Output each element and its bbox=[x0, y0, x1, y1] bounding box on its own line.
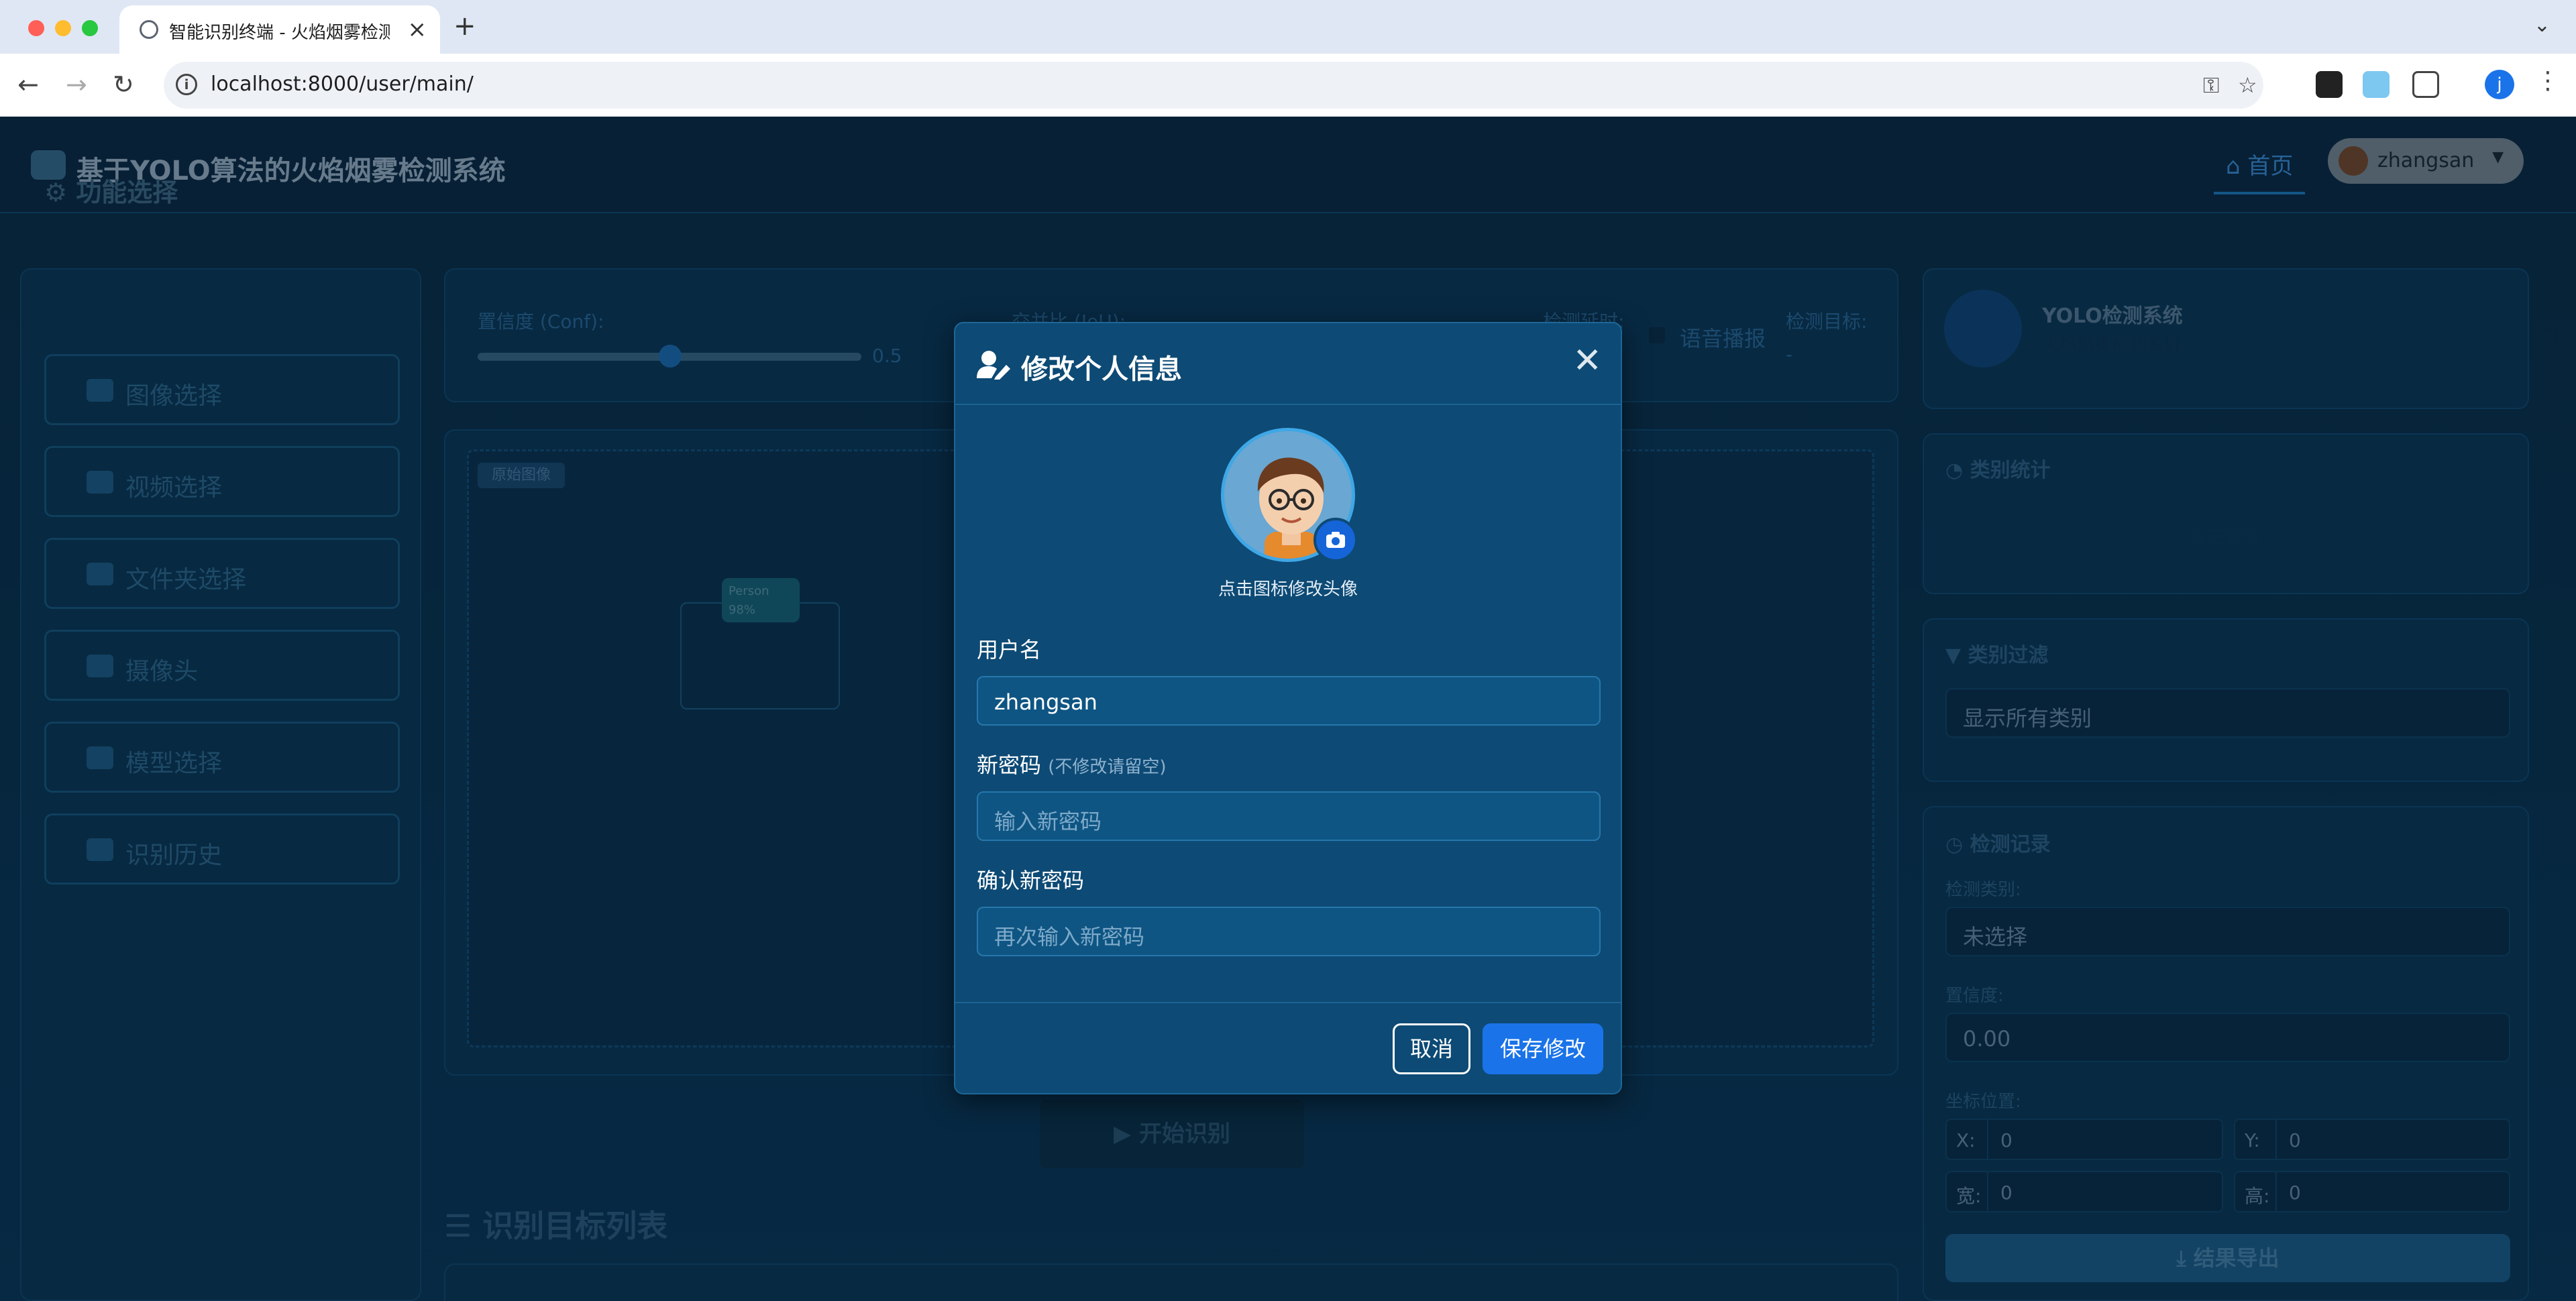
extension-icon[interactable] bbox=[2363, 71, 2390, 98]
edit-profile-modal: 修改个人信息 ✕ 点击图标修改头像 用户名 zhangsan 新密码 (不修改请… bbox=[954, 322, 1622, 1094]
address-bar[interactable]: i localhost:8000/user/main/ ⚿ ☆ bbox=[164, 62, 2263, 109]
maximize-window-button[interactable] bbox=[82, 20, 98, 36]
new-password-field-label: 新密码 (不修改请留空) bbox=[977, 748, 1166, 779]
bookmark-star-icon[interactable]: ☆ bbox=[2238, 72, 2257, 98]
reload-icon[interactable]: ↻ bbox=[113, 70, 134, 99]
new-tab-icon[interactable]: + bbox=[453, 11, 476, 42]
camera-icon bbox=[1326, 532, 1345, 548]
modal-header: 修改个人信息 ✕ bbox=[955, 323, 1621, 405]
tab-search-chevron-icon[interactable]: ⌄ bbox=[2534, 13, 2551, 37]
cancel-button[interactable]: 取消 bbox=[1393, 1023, 1470, 1074]
tab-close-icon[interactable]: × bbox=[408, 16, 427, 43]
modal-footer-divider bbox=[955, 1002, 1621, 1003]
browser-toolbar: ← → ↻ i localhost:8000/user/main/ ⚿ ☆ j … bbox=[0, 54, 2576, 117]
new-password-field[interactable]: 输入新密码 bbox=[977, 791, 1601, 841]
modal-title: 修改个人信息 bbox=[1021, 354, 1182, 385]
close-window-button[interactable] bbox=[28, 20, 44, 36]
confirm-password-field-label: 确认新密码 bbox=[977, 868, 1085, 893]
save-button[interactable]: 保存修改 bbox=[1483, 1023, 1603, 1074]
password-key-icon[interactable]: ⚿ bbox=[2203, 72, 2219, 99]
user-edit-icon bbox=[977, 351, 1010, 380]
back-arrow-icon[interactable]: ← bbox=[17, 70, 39, 99]
extension-icon[interactable] bbox=[2316, 71, 2343, 98]
globe-icon bbox=[140, 20, 158, 39]
tab-title: 智能识别终端 - 火焰烟雾检测系 bbox=[169, 23, 390, 43]
new-password-hint: (不修改请留空) bbox=[1048, 757, 1167, 777]
minimize-window-button[interactable] bbox=[55, 20, 71, 36]
close-icon[interactable]: ✕ bbox=[1572, 343, 1602, 378]
url-text: localhost:8000/user/main/ bbox=[211, 72, 474, 96]
browser-menu-icon[interactable]: ⋮ bbox=[2536, 67, 2560, 95]
username-field[interactable]: zhangsan bbox=[977, 676, 1601, 726]
avatar-hint: 点击图标修改头像 bbox=[1218, 579, 1358, 600]
profile-avatar[interactable]: j bbox=[2485, 70, 2514, 99]
forward-arrow-icon[interactable]: → bbox=[66, 70, 87, 99]
puzzle-extensions-icon[interactable] bbox=[2412, 71, 2439, 98]
browser-tab[interactable]: 智能识别终端 - 火焰烟雾检测系 × bbox=[119, 5, 440, 54]
new-password-label-text: 新密码 bbox=[977, 752, 1042, 778]
browser-tab-strip: 智能识别终端 - 火焰烟雾检测系 × + ⌄ bbox=[0, 0, 2576, 54]
site-info-icon[interactable]: i bbox=[176, 74, 197, 95]
change-avatar-button[interactable] bbox=[1313, 518, 1358, 562]
confirm-password-field[interactable]: 再次输入新密码 bbox=[977, 907, 1601, 956]
username-field-label: 用户名 bbox=[977, 637, 1042, 663]
